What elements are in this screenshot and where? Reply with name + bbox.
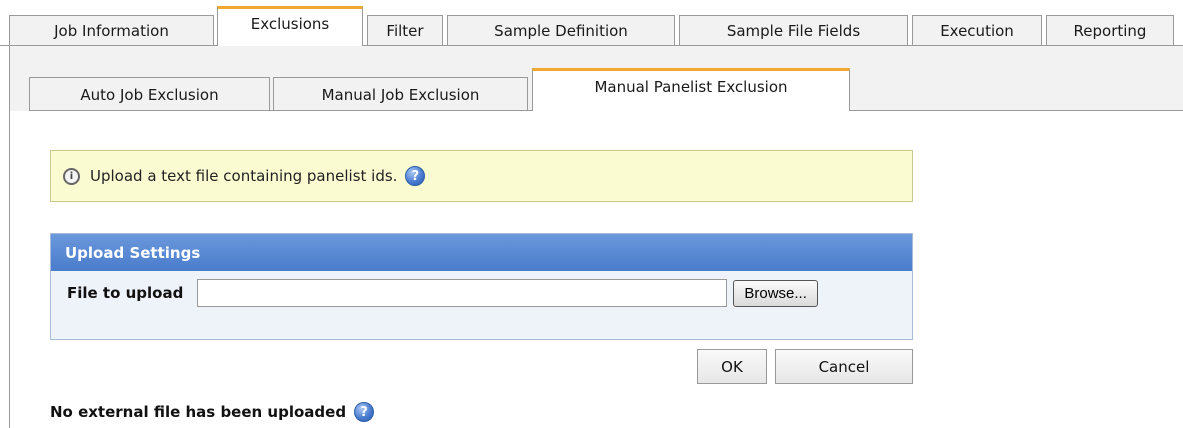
info-magnifier-icon: i <box>63 167 80 185</box>
help-icon[interactable]: ? <box>405 166 426 186</box>
browse-button[interactable]: Browse... <box>733 279 818 307</box>
info-message-text: Upload a text file containing panelist i… <box>90 167 398 185</box>
cancel-button[interactable]: Cancel <box>775 349 913 384</box>
subtab-manual-job-exclusion[interactable]: Manual Job Exclusion <box>273 77 528 111</box>
tab-filter[interactable]: Filter <box>367 15 443 45</box>
tab-sample-file-fields[interactable]: Sample File Fields <box>679 15 908 45</box>
main-tab-bar: Job Information Exclusions Filter Sample… <box>0 0 1183 46</box>
tab-reporting[interactable]: Reporting <box>1046 15 1174 45</box>
subtab-auto-job-exclusion[interactable]: Auto Job Exclusion <box>29 77 270 111</box>
upload-settings-panel: Upload Settings File to upload Browse... <box>50 233 913 340</box>
tab-exclusions[interactable]: Exclusions <box>217 6 363 46</box>
tab-execution[interactable]: Execution <box>912 15 1042 45</box>
file-path-input[interactable] <box>197 279 728 307</box>
tab-sample-definition[interactable]: Sample Definition <box>447 15 675 45</box>
status-help-icon[interactable]: ? <box>354 402 375 422</box>
info-message-box: i Upload a text file containing panelist… <box>50 150 913 202</box>
file-to-upload-label: File to upload <box>67 284 184 302</box>
sub-tab-bar: Auto Job Exclusion Manual Job Exclusion … <box>10 46 1183 111</box>
tab-job-information[interactable]: Job Information <box>9 15 214 45</box>
subtab-manual-panelist-exclusion[interactable]: Manual Panelist Exclusion <box>532 68 850 111</box>
upload-settings-header: Upload Settings <box>51 234 912 271</box>
upload-status-text: No external file has been uploaded <box>50 403 347 421</box>
upload-status: No external file has been uploaded ? <box>50 402 375 422</box>
file-upload-row: File to upload Browse... <box>51 279 912 307</box>
ok-button[interactable]: OK <box>697 349 767 384</box>
